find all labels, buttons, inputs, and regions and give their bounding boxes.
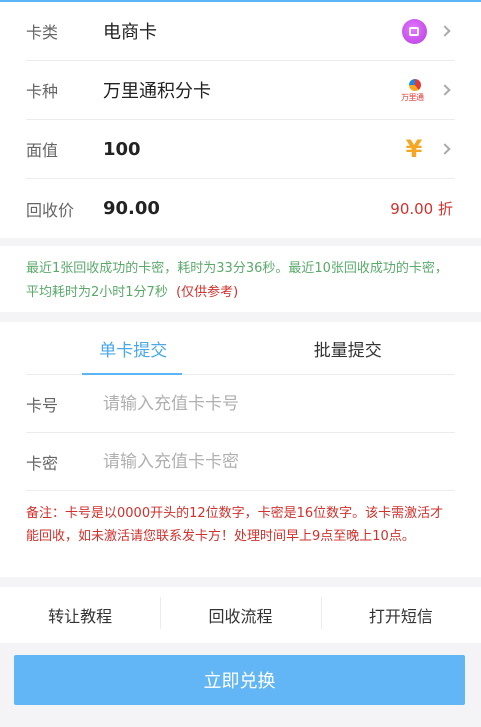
- card-kind-label: 卡种: [26, 82, 59, 101]
- face-value-label: 面值: [26, 141, 59, 160]
- tab-batch-submit[interactable]: 批量提交: [241, 322, 456, 374]
- recycle-price-value: 90.00: [103, 198, 160, 219]
- redeem-now-button[interactable]: 立即兑换: [14, 655, 465, 705]
- recycle-rate: 90.00 折: [390, 200, 453, 218]
- tab-single-submit[interactable]: 单卡提交: [26, 322, 241, 375]
- wanlitong-logo-icon: 万里通: [401, 77, 427, 103]
- card-number-label: 卡号: [26, 395, 59, 415]
- chevron-right-icon: [439, 143, 451, 155]
- notice-reference: (仅供参考): [176, 285, 239, 300]
- card-password-input[interactable]: [103, 451, 455, 472]
- chevron-right-icon: [439, 25, 451, 37]
- open-sms-link[interactable]: 打开短信: [320, 597, 481, 629]
- card-type-value: 电商卡: [103, 22, 157, 43]
- submit-tabs: 单卡提交 批量提交: [26, 322, 455, 375]
- chevron-right-icon: [439, 84, 451, 96]
- recycle-price-row: 回收价 90.00 90.00 折: [26, 179, 455, 238]
- recycle-process-link[interactable]: 回收流程: [160, 597, 320, 629]
- submit-button-wrap: 立即兑换: [0, 643, 481, 705]
- card-password-row: 卡密: [26, 433, 455, 491]
- card-number-row: 卡号: [26, 375, 455, 433]
- recent-stats-notice: 最近1张回收成功的卡密，耗时为33分36秒。最近10张回收成功的卡密，平均耗时为…: [0, 246, 481, 312]
- card-info-panel: 卡类 电商卡 卡种 万里通积分卡 万里通 面值 100 ¥ 回收价 90.00 …: [0, 2, 481, 238]
- face-value-row[interactable]: 面值 100 ¥: [26, 120, 455, 179]
- submit-form: 单卡提交 批量提交 卡号 卡密 备注：卡号是以0000开头的12位数字，卡密是1…: [0, 322, 481, 577]
- card-kind-value: 万里通积分卡: [103, 81, 211, 102]
- help-links: 转让教程 回收流程 打开短信: [0, 587, 481, 643]
- transfer-tutorial-link[interactable]: 转让教程: [0, 603, 160, 627]
- card-kind-row[interactable]: 卡种 万里通积分卡 万里通: [26, 61, 455, 120]
- card-type-label: 卡类: [26, 23, 59, 42]
- ecommerce-card-icon: [401, 18, 427, 44]
- recycle-price-label: 回收价: [26, 200, 75, 220]
- card-type-row[interactable]: 卡类 电商卡: [26, 2, 455, 61]
- remark-note: 备注：卡号是以0000开头的12位数字，卡密是16位数字。该卡需激活才能回收，如…: [26, 506, 444, 544]
- card-password-label: 卡密: [26, 453, 59, 473]
- yen-icon: ¥: [405, 135, 423, 163]
- face-value-value: 100: [103, 138, 141, 160]
- card-number-input[interactable]: [103, 393, 455, 414]
